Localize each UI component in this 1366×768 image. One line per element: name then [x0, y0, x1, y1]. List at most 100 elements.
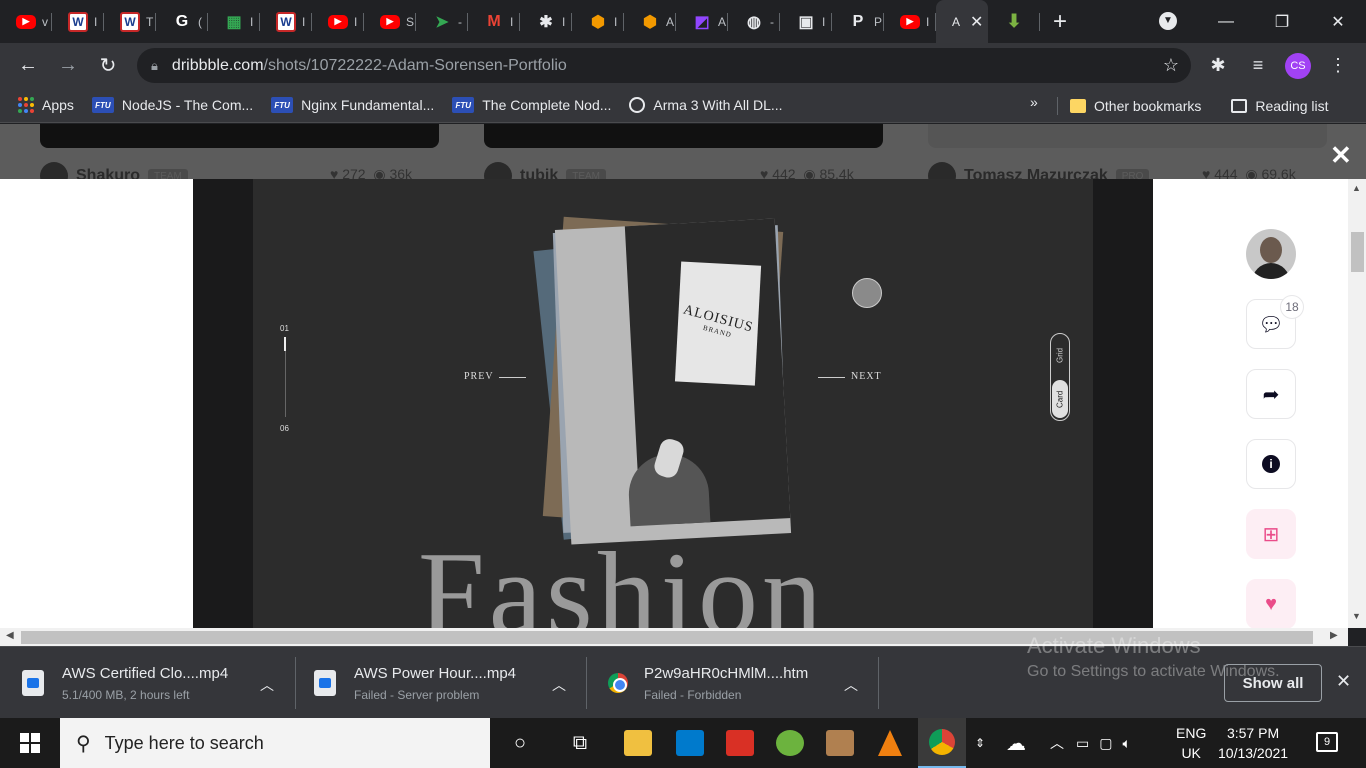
tab[interactable]: ✱ I [520, 0, 572, 43]
bookmark-apps-label: Apps [42, 97, 74, 113]
vscode-icon[interactable] [666, 718, 714, 768]
gitkraken-icon[interactable] [766, 718, 814, 768]
download-status: Failed - Forbidden [644, 687, 742, 702]
tab[interactable]: ◩ A [676, 0, 728, 43]
file-explorer-icon[interactable] [614, 718, 662, 768]
tab[interactable]: ▦ I [208, 0, 260, 43]
bookmark-item[interactable]: FTU NodeJS - The Com... [91, 97, 253, 113]
forward-button[interactable]: → [48, 48, 88, 84]
folder-shape [624, 730, 652, 756]
address-bar[interactable]: 🔒︎ dribbble.com/shots/10722222-Adam-Sore… [137, 48, 1191, 83]
acrobat-icon[interactable] [716, 718, 764, 768]
cortana-icon[interactable]: ○ [496, 718, 544, 768]
start-button[interactable] [0, 718, 60, 768]
chrome-taskbar-icon[interactable] [918, 718, 966, 768]
tab[interactable]: ⬢ I [572, 0, 624, 43]
profile-button[interactable]: CS [1280, 48, 1316, 84]
new-tab-button[interactable]: + [1040, 0, 1080, 43]
next-button[interactable]: NEXT [851, 371, 882, 382]
tab[interactable]: ◍ - [728, 0, 780, 43]
tab[interactable]: ▶ v [0, 0, 52, 43]
taskbar-scroll-icon[interactable]: ⇕ [968, 718, 992, 768]
scroll-down-arrow[interactable]: ▼ [1352, 611, 1361, 621]
view-card-option[interactable]: Card [1052, 380, 1068, 418]
tab[interactable]: ⬢ A [624, 0, 676, 43]
bookmark-star-icon[interactable]: ☆ [1163, 55, 1179, 76]
globe-icon: ◍ [747, 13, 761, 31]
chevron-up-icon[interactable]: ︿ [552, 675, 566, 695]
sandbox-icon[interactable] [816, 718, 864, 768]
taskbar-search[interactable]: ⚲ Type here to search [60, 718, 490, 768]
tab[interactable]: WI [52, 0, 104, 43]
chevron-up-icon[interactable]: ︿ [1050, 733, 1064, 753]
close-window-button[interactable]: ✕ [1310, 0, 1366, 43]
chevron-up-icon[interactable]: ︿ [844, 675, 858, 695]
tab-close-icon[interactable]: ✕ [970, 12, 983, 32]
bookmark-item[interactable]: FTU Nginx Fundamental... [271, 97, 434, 113]
restore-button[interactable]: ❐ [1254, 0, 1310, 43]
tab[interactable]: ▣ I [780, 0, 832, 43]
back-button[interactable]: ← [8, 48, 48, 84]
media-control-icon[interactable]: ≡ [1240, 48, 1276, 84]
battery-icon[interactable]: ▭ [1076, 735, 1089, 752]
bookmarks-bar: Apps FTU NodeJS - The Com... FTU Nginx Fun… [0, 88, 1366, 123]
scroll-left-arrow[interactable]: ◀ [6, 630, 14, 641]
bookmarks-separator [1057, 97, 1058, 115]
tab[interactable]: WI [260, 0, 312, 43]
bookmark-item[interactable]: FTU The Complete Nod... [452, 97, 611, 113]
tab[interactable]: G( [156, 0, 208, 43]
prev-button[interactable]: PREV [464, 371, 494, 382]
scroll-up-arrow[interactable]: ▲ [1352, 183, 1361, 193]
tab-search-button[interactable]: ▼ [1155, 10, 1181, 32]
download-item[interactable]: AWS Certified Clo....mp4 5.1/400 MB, 2 ho… [22, 647, 284, 719]
bookmarks-overflow-button[interactable]: » [1030, 94, 1038, 110]
reading-list[interactable]: Reading list [1255, 98, 1328, 114]
tab[interactable]: PP [832, 0, 884, 43]
like-button[interactable]: ♥ [1246, 579, 1296, 628]
clock[interactable]: 3:57 PM 10/13/2021 [1218, 723, 1288, 763]
language-indicator[interactable]: ENG UK [1176, 723, 1206, 763]
volume-icon[interactable]: 🔈︎ [1122, 735, 1130, 752]
vertical-scrollbar[interactable]: ▲ ▼ [1348, 179, 1366, 628]
scrollbar-thumb[interactable] [1351, 232, 1364, 272]
info-button[interactable]: i [1246, 439, 1296, 489]
bookmark-item[interactable]: Arma 3 With All DL... [629, 97, 783, 113]
tab[interactable]: ▶ I [312, 0, 364, 43]
close-modal-button[interactable]: ✕ [1330, 140, 1352, 171]
tab[interactable]: MI [468, 0, 520, 43]
notification-center-icon[interactable]: 9 [1316, 732, 1338, 752]
view-toggle[interactable]: Grid Card [1050, 333, 1070, 421]
save-to-collection-button[interactable]: ⊞ [1246, 509, 1296, 559]
other-bookmarks[interactable]: Other bookmarks [1094, 98, 1201, 114]
tab-label: - [770, 14, 774, 29]
author-avatar[interactable] [1246, 229, 1296, 279]
close-shelf-icon[interactable]: ✕ [1336, 671, 1351, 692]
view-grid-option[interactable]: Grid [1053, 340, 1067, 370]
tab[interactable]: WT [104, 0, 156, 43]
tab-active[interactable]: A ✕ [936, 0, 988, 43]
task-view-icon[interactable]: ⧉ [556, 718, 604, 768]
comment-count-badge: 18 [1280, 295, 1304, 319]
menu-icon[interactable]: ⋮ [1320, 48, 1356, 84]
tab-download[interactable]: ⬇ [988, 0, 1040, 43]
scroll-right-arrow[interactable]: ▶ [1330, 630, 1338, 641]
reload-button[interactable]: ↻ [88, 48, 128, 84]
tab[interactable]: ▶ I [884, 0, 936, 43]
shot-canvas: 01 06 PREV NEXT ALOISIUS BRAND Grid Card… [253, 179, 1093, 628]
download-item[interactable]: AWS Power Hour....mp4 Failed - Server pro… [314, 647, 576, 719]
show-all-button[interactable]: Show all [1224, 664, 1322, 702]
bookmark-apps[interactable]: Apps [18, 97, 74, 113]
share-button[interactable]: ➦ [1246, 369, 1296, 419]
windows-logo-icon [20, 733, 40, 753]
download-item[interactable]: P2w9aHR0cHMlM....htm Failed - Forbidden ︿ [608, 647, 870, 719]
minimize-button[interactable]: — [1198, 0, 1254, 43]
network-icon[interactable]: ▢ [1099, 735, 1112, 752]
youtube-icon: ▶ [16, 14, 36, 29]
vlc-icon[interactable] [866, 718, 914, 768]
weather-icon[interactable]: ☁ [1006, 731, 1026, 756]
tab[interactable]: ▶ S [364, 0, 416, 43]
extensions-icon[interactable]: ✱ [1200, 48, 1236, 84]
tab-label: A [666, 14, 675, 29]
chevron-up-icon[interactable]: ︿ [260, 675, 274, 695]
tab[interactable]: ➤ - [416, 0, 468, 43]
